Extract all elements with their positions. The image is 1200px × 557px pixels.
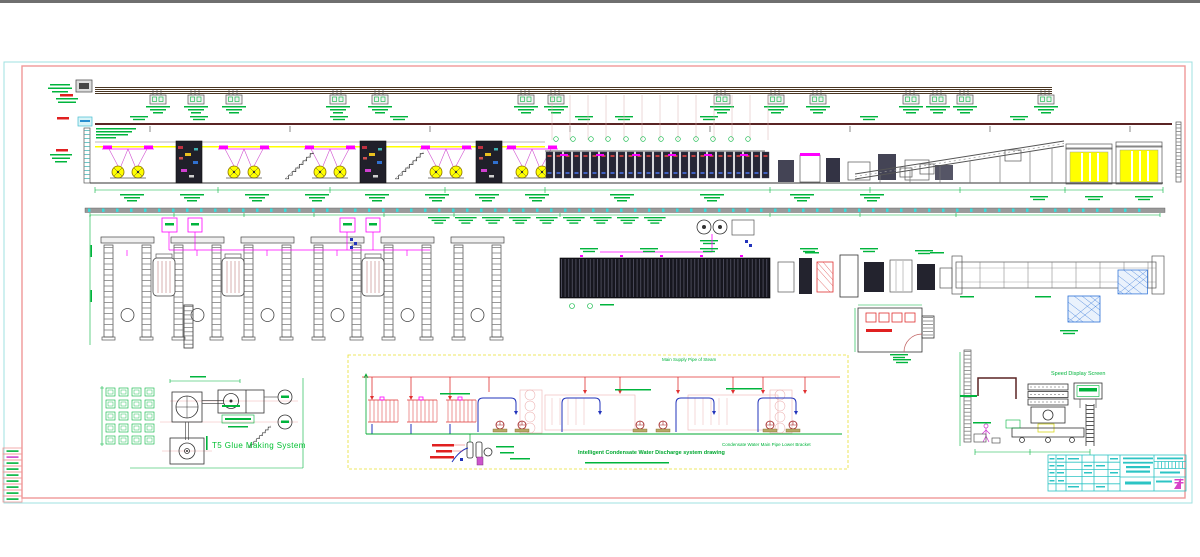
revision-strip xyxy=(3,448,22,502)
title-block xyxy=(1048,455,1186,491)
condensate-bracket-label: Condensate Water Main Pipe Lower Bracket xyxy=(722,443,811,448)
steam-main-pipe-label: Main Supply Pipe of Steam xyxy=(662,358,716,363)
stacker-bays xyxy=(1066,122,1181,184)
downstream-plan xyxy=(778,248,952,297)
steam-supply-line xyxy=(95,116,1172,139)
company-logo xyxy=(1174,478,1184,489)
glue-system-title: T5 Glue Making System xyxy=(212,442,306,450)
condensate-system-title: Intelligent Condensate Water Discharge s… xyxy=(578,451,725,457)
drying-section xyxy=(545,95,769,178)
glue-making-system xyxy=(100,376,303,468)
floor-plan-mill-stands xyxy=(101,237,504,348)
speed-display-screen-label: Speed Display Screen xyxy=(1051,372,1105,378)
floor-plan-label-grid xyxy=(428,217,666,224)
drawing-canvas xyxy=(0,0,1200,557)
condensate-recovery-unit xyxy=(430,434,530,465)
overhead-busbar-rail xyxy=(76,80,1052,94)
speed-display-screen-box xyxy=(1074,383,1102,408)
control-room-plan xyxy=(855,305,934,363)
dimension-ruler xyxy=(85,208,1165,213)
speed-display-section xyxy=(960,350,1102,455)
cad-drawing-screenshot: T5 Glue Making System Speed Display Scre… xyxy=(0,0,1200,557)
elevation-dimension-line xyxy=(95,187,1163,202)
delivery-conveyor-plan xyxy=(952,256,1164,334)
glue-kitchen-plan xyxy=(600,220,754,252)
corrugator-plan xyxy=(560,248,770,309)
